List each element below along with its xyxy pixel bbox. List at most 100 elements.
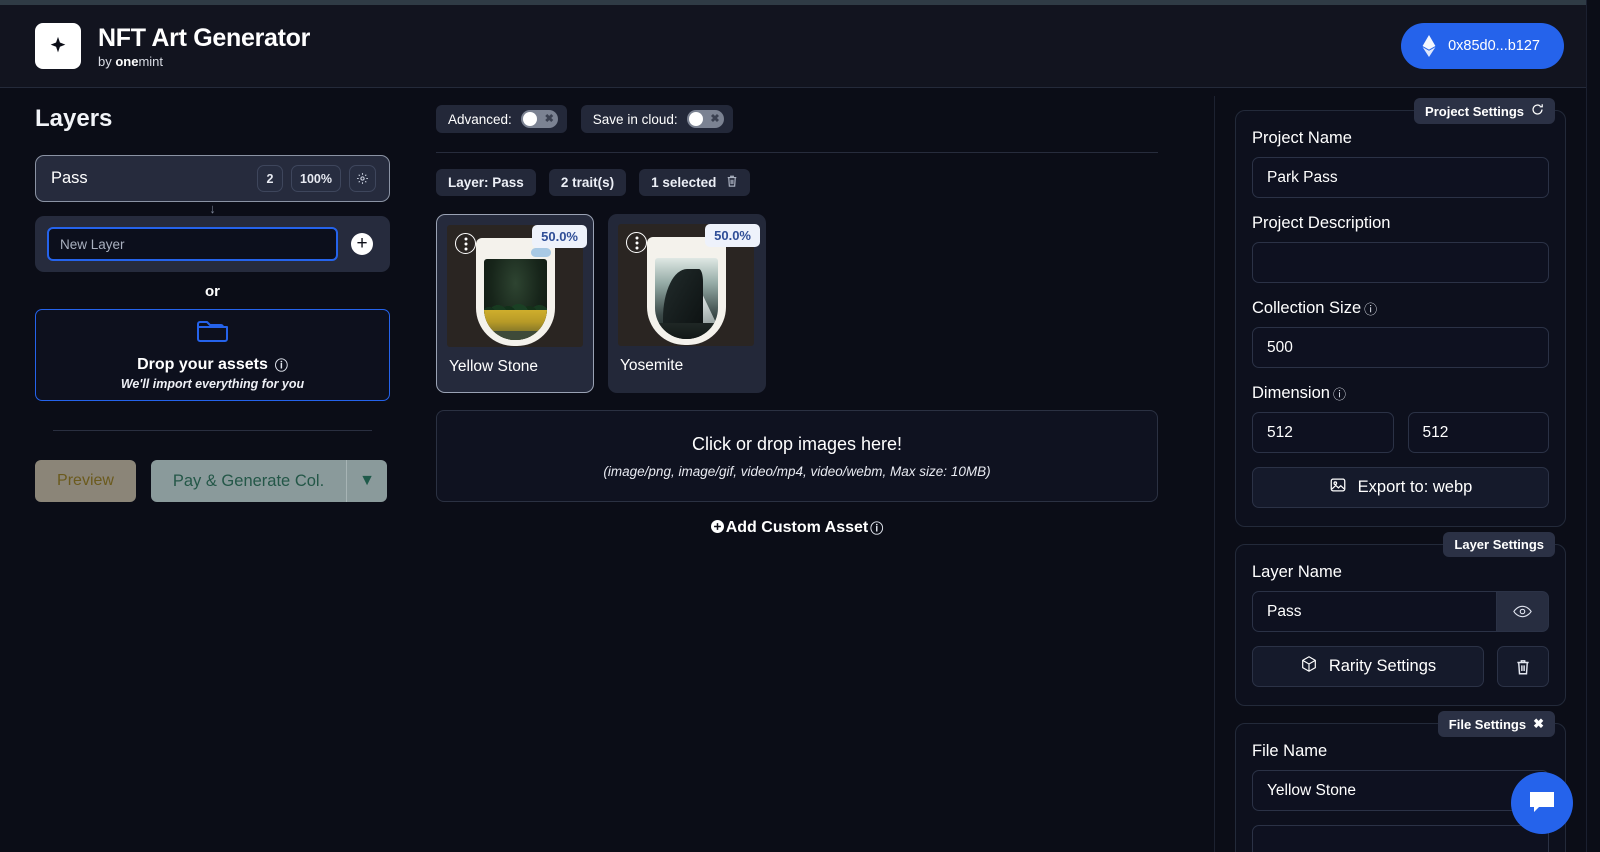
file-name-label: File Name	[1252, 742, 1328, 760]
brand-sub-prefix: by	[98, 53, 116, 69]
wallet-address-button[interactable]: 0x85d0...b127	[1401, 23, 1564, 69]
layer-opacity-badge[interactable]: 100%	[291, 165, 341, 192]
layer-settings-badge[interactable]: Layer Settings	[1443, 532, 1555, 557]
sparkle-icon	[35, 23, 81, 69]
image-dropzone[interactable]: Click or drop images here! (image/png, i…	[436, 410, 1158, 502]
dimension-width-input[interactable]	[1252, 412, 1394, 453]
layer-name-row	[1252, 591, 1549, 632]
caret-down-icon[interactable]: ▼	[347, 460, 387, 502]
dimension-row	[1252, 403, 1549, 453]
preview-button[interactable]: Preview	[35, 460, 136, 502]
project-settings-card: Project Settings Project Name Project De…	[1235, 98, 1566, 527]
dropzone-title-label: Drop your assets	[137, 355, 268, 373]
assets-dropzone-left[interactable]: Drop your assets ⓘ We'll import everythi…	[35, 309, 390, 401]
rarity-settings-label: Rarity Settings	[1328, 657, 1437, 675]
layer-settings-badge-label: Layer Settings	[1454, 537, 1544, 552]
trait-grid: 50.0% Yellow Stone 50.0% Yosemite	[436, 214, 1158, 393]
project-settings-badge-label: Project Settings	[1425, 103, 1524, 119]
traits-panel: Advanced: ✖ Save in cloud: ✖ Layer: Pass…	[414, 96, 1180, 852]
selected-count-chip[interactable]: 1 selected	[639, 169, 751, 196]
question-circle-icon[interactable]: ⓘ	[870, 518, 883, 537]
trash-icon[interactable]	[1497, 646, 1549, 687]
trait-meta-row: Layer: Pass 2 trait(s) 1 selected	[436, 169, 1158, 196]
trait-rarity-badge[interactable]: 50.0%	[532, 225, 587, 248]
trait-card-yellow-stone[interactable]: 50.0% Yellow Stone	[436, 214, 594, 393]
plus-circle-icon[interactable]: +	[351, 233, 373, 255]
left-divider	[53, 430, 372, 431]
layer-actions-row: Rarity Settings	[1252, 646, 1549, 687]
wallet-address-label: 0x85d0...b127	[1448, 38, 1540, 54]
settings-panel: Project Settings Project Name Project De…	[1214, 96, 1586, 852]
current-layer-chip: Layer: Pass	[436, 169, 536, 196]
collection-size-input[interactable]	[1252, 327, 1549, 368]
project-settings-badge[interactable]: Project Settings	[1414, 98, 1555, 124]
close-icon[interactable]: ✖	[1533, 716, 1544, 732]
layer-trait-count-badge: 2	[257, 165, 284, 192]
cloud-shape	[531, 248, 551, 257]
image-icon	[1329, 476, 1347, 499]
project-description-label: Project Description	[1252, 214, 1391, 232]
more-vertical-icon[interactable]	[626, 232, 647, 253]
left-action-buttons: Preview Pay & Generate Col. ▼	[35, 460, 390, 502]
new-layer-row: +	[35, 216, 390, 272]
project-description-input[interactable]	[1252, 242, 1549, 283]
export-format-label: Export to: webp	[1357, 478, 1473, 496]
dropzone-subtitle: We'll import everything for you	[120, 377, 305, 391]
pass-window	[655, 258, 718, 339]
collection-size-label: Collection Size ⓘ	[1252, 299, 1549, 318]
export-format-button[interactable]: Export to: webp	[1252, 467, 1549, 508]
pay-generate-button[interactable]: Pay & Generate Col.	[151, 460, 347, 502]
ethereum-icon	[1421, 35, 1437, 57]
layer-name-input[interactable]	[1252, 591, 1497, 632]
pass-artwork-yosemite	[647, 237, 726, 345]
chat-bubble-icon[interactable]	[1511, 772, 1573, 834]
brand: NFT Art Generator by onemint	[35, 23, 310, 69]
center-divider	[436, 152, 1158, 153]
file-settings-badge[interactable]: File Settings ✖	[1437, 711, 1555, 737]
brand-sub-rest: mint	[138, 53, 164, 69]
layers-panel-title: Layers	[35, 105, 113, 132]
question-circle-icon[interactable]: ⓘ	[275, 355, 288, 374]
collection-size-text: Collection Size	[1252, 299, 1362, 317]
layer-name-label: Layer Name	[1252, 563, 1342, 581]
water-layer	[484, 331, 547, 340]
save-in-cloud-toggle[interactable]: Save in cloud: ✖	[580, 105, 733, 133]
close-icon: ✖	[544, 112, 554, 125]
app-root: NFT Art Generator by onemint 0x85d0...b1…	[0, 0, 1600, 852]
trait-card-yosemite[interactable]: 50.0% Yosemite	[608, 214, 766, 393]
question-circle-icon[interactable]: ⓘ	[1364, 299, 1377, 318]
gear-icon[interactable]	[349, 165, 376, 192]
question-circle-icon[interactable]: ⓘ	[1333, 384, 1346, 403]
valley-floor-layer	[655, 323, 718, 339]
eye-icon[interactable]	[1497, 591, 1549, 632]
rarity-settings-button[interactable]: Rarity Settings	[1252, 646, 1484, 687]
brand-sub-bold: one	[115, 53, 139, 69]
refresh-icon[interactable]	[1531, 103, 1544, 119]
cube-icon	[1300, 655, 1318, 678]
advanced-switch[interactable]: ✖	[520, 110, 558, 128]
project-name-input[interactable]	[1252, 157, 1549, 198]
file-name-input[interactable]	[1252, 770, 1549, 811]
arrow-down-icon: ↓	[209, 201, 216, 216]
new-layer-input[interactable]	[47, 227, 338, 261]
dropzone-title: Drop your assets ⓘ	[137, 355, 288, 374]
trash-icon[interactable]	[726, 174, 738, 191]
dimension-height-input[interactable]	[1407, 412, 1549, 453]
pass-window	[484, 259, 547, 340]
image-dropzone-title: Click or drop images here!	[691, 433, 903, 454]
trait-rarity-badge[interactable]: 50.0%	[705, 224, 760, 247]
trait-name-label: Yosemite	[620, 357, 684, 374]
add-custom-asset-button[interactable]: Add Custom Asset ⓘ	[436, 518, 1158, 537]
switch-knob	[688, 112, 703, 126]
project-name-label: Project Name	[1252, 129, 1352, 147]
more-vertical-icon[interactable]	[455, 233, 476, 254]
save-in-cloud-switch[interactable]: ✖	[686, 110, 724, 128]
tree-layer	[484, 280, 547, 314]
close-icon: ✖	[710, 112, 720, 125]
folder-icon	[196, 319, 229, 350]
or-separator-label: or	[205, 283, 220, 300]
layer-list-item-pass[interactable]: Pass 2 100%	[35, 155, 390, 202]
layers-panel: Layers Pass 2 100% ↓ + or Drop your asse…	[0, 96, 414, 852]
advanced-toggle[interactable]: Advanced: ✖	[436, 105, 567, 133]
file-settings-secondary-input[interactable]	[1252, 825, 1549, 852]
